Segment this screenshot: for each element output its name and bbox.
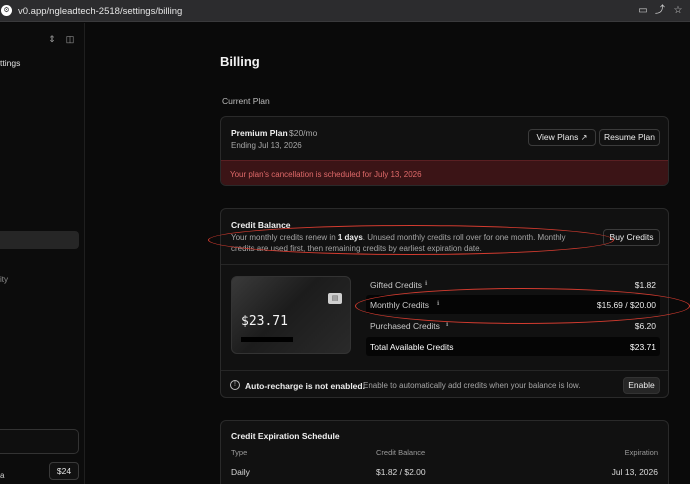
address-field[interactable]: v0.app/ngleadtech-2518/settings/billing — [18, 6, 182, 17]
credit-balance-description: Your monthly credits renew in 1 days. Un… — [231, 233, 566, 253]
credit-row-monthly: Monthly Credits ℹ $15.69 / $20.00 — [366, 295, 660, 314]
card-balance-amount: $23.71 — [241, 314, 288, 329]
table-cell-expiration: Jul 13, 2026 — [611, 467, 658, 477]
credit-card-visual: ▤ $23.71 — [231, 276, 351, 354]
sidebar: ⇕ ◫ ttings ity a $24 — [0, 23, 85, 484]
sidebar-footer-label: a — [0, 471, 5, 480]
sidebar-toggle-icon[interactable]: ◫ — [65, 34, 75, 44]
expiration-title: Credit Expiration Schedule — [231, 431, 340, 441]
view-plans-label: View Plans — [536, 132, 579, 142]
cancellation-banner: Your plan's cancellation is scheduled fo… — [221, 160, 668, 185]
credit-badge[interactable]: $24 — [49, 462, 79, 480]
page-title: Billing — [220, 54, 260, 69]
table-cell-type: Daily — [231, 467, 250, 477]
resume-plan-button[interactable]: Resume Plan — [599, 129, 660, 146]
row-value: $6.20 — [634, 321, 656, 331]
card-redacted-bar — [241, 337, 293, 342]
plan-price: $20/mo — [289, 128, 318, 138]
info-icon[interactable]: ℹ — [446, 321, 448, 328]
credit-expiration-card: Credit Expiration Schedule Type Credit B… — [220, 420, 669, 484]
bookmark-star-icon[interactable]: ☆ — [672, 5, 684, 17]
row-label: Purchased Credits — [370, 321, 440, 331]
sidebar-item-security[interactable]: ity — [0, 275, 8, 284]
sidebar-item-billing[interactable] — [0, 231, 79, 249]
enable-auto-recharge-button[interactable]: Enable — [623, 377, 660, 394]
row-label: Monthly Credits — [370, 300, 430, 310]
column-header-balance: Credit Balance — [376, 448, 426, 457]
credit-row-purchased: Purchased Credits ℹ $6.20 — [366, 316, 660, 335]
credit-row-total: Total Available Credits $23.71 — [366, 337, 660, 356]
divider — [221, 264, 668, 265]
credit-balance-card: Credit Balance Your monthly credits rene… — [220, 208, 669, 398]
current-plan-card: Premium Plan $20/mo Ending Jul 13, 2026 … — [220, 116, 669, 186]
sidebar-title: ttings — [0, 58, 21, 68]
info-icon[interactable]: ℹ — [425, 280, 427, 287]
cast-icon[interactable]: ▭ — [637, 5, 649, 17]
row-label: Gifted Credits — [370, 280, 422, 290]
share-icon[interactable]: ⤴ — [654, 5, 666, 17]
current-plan-heading: Current Plan — [222, 96, 270, 106]
site-settings-icon[interactable]: ⚙ — [1, 5, 12, 16]
auto-recharge-title: Auto-recharge is not enabled. — [245, 381, 365, 391]
info-icon[interactable]: ℹ — [437, 300, 439, 307]
table-cell-balance: $1.82 / $2.00 — [376, 467, 426, 477]
column-header-expiration: Expiration — [624, 448, 658, 457]
view-plans-button[interactable]: View Plans ↗ — [528, 129, 596, 146]
alert-circle-icon: ! — [230, 380, 240, 390]
row-value: $1.82 — [634, 280, 656, 290]
sidebar-credits-box[interactable] — [0, 429, 79, 454]
column-header-type: Type — [231, 448, 248, 457]
buy-credits-button[interactable]: Buy Credits — [603, 229, 660, 246]
credit-row-gifted: Gifted Credits ℹ $1.82 — [366, 275, 660, 294]
row-value: $15.69 / $20.00 — [596, 300, 656, 310]
row-label: Total Available Credits — [370, 342, 454, 352]
browser-url-bar[interactable]: ⚙ v0.app/ngleadtech-2518/settings/billin… — [0, 0, 690, 22]
plan-name: Premium Plan — [231, 128, 288, 138]
cancellation-text: Your plan's cancellation is scheduled fo… — [230, 170, 422, 179]
plan-end-date: Ending Jul 13, 2026 — [231, 141, 302, 150]
credit-balance-title: Credit Balance — [231, 220, 291, 230]
row-value: $23.71 — [630, 342, 656, 352]
auto-recharge-description: Enable to automatically add credits when… — [363, 381, 581, 390]
card-chip-icon: ▤ — [328, 293, 342, 304]
chevron-up-down-icon[interactable]: ⇕ — [47, 34, 57, 44]
auto-recharge-bar: ! Auto-recharge is not enabled. Enable t… — [221, 370, 668, 397]
external-link-icon: ↗ — [580, 133, 588, 142]
